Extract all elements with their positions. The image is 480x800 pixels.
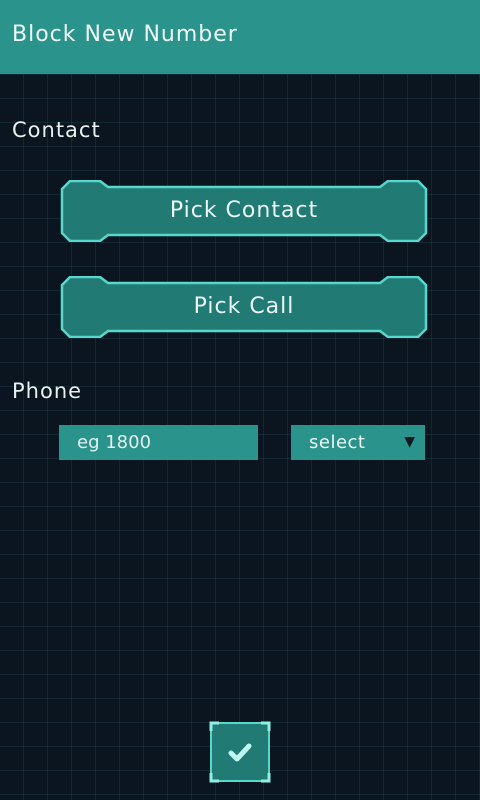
confirm-button[interactable] <box>209 721 271 783</box>
phone-section-label: Phone <box>12 379 83 403</box>
pick-call-label: Pick Call <box>193 294 295 319</box>
app-bar: Block New Number <box>0 0 480 74</box>
confirm-button-frame <box>209 721 271 783</box>
number-type-select-value: select <box>309 432 366 453</box>
pick-contact-button[interactable]: Pick Contact <box>60 180 428 242</box>
page-title: Block New Number <box>12 22 238 47</box>
triangle-down-icon: ▼ <box>404 434 415 450</box>
phone-number-input[interactable] <box>59 425 258 460</box>
pick-call-button[interactable]: Pick Call <box>60 276 428 338</box>
pick-contact-label: Pick Contact <box>169 198 319 223</box>
number-type-select[interactable]: select ▼ <box>291 425 425 460</box>
contact-section-label: Contact <box>12 118 101 142</box>
